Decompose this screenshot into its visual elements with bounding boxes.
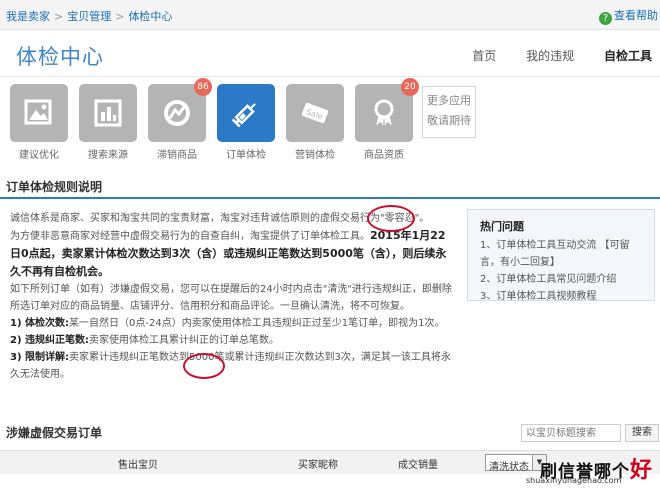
tool-qualification[interactable]: 20: [355, 78, 419, 142]
search-button[interactable]: 搜索: [625, 424, 659, 442]
nav-violations[interactable]: 我的违规: [526, 49, 574, 63]
breadcrumb-separator: >: [115, 10, 125, 23]
tool-label: 商品资质: [364, 150, 404, 161]
syringe-icon: [231, 103, 256, 128]
tool-unsold[interactable]: 86: [148, 78, 212, 142]
breadcrumb-item-seller[interactable]: 我是卖家: [6, 10, 50, 23]
no-sale-icon: [164, 100, 190, 126]
tool-label: 营销体检: [295, 150, 335, 161]
breadcrumb-item-health[interactable]: 体检中心: [128, 10, 172, 23]
wash-status-value: 清洗状态: [489, 462, 529, 473]
more-apps: 更多应用 敬请期待: [422, 86, 476, 138]
rules-section-title: 订单体检规则说明: [6, 180, 103, 194]
tool-label: 滞销商品: [157, 150, 197, 161]
page-title: 体检中心: [16, 45, 104, 69]
tool-label: 搜索来源: [88, 150, 128, 161]
nav-home[interactable]: 首页: [472, 49, 496, 63]
hot-topic-link[interactable]: 1、订单体检工具互动交流 【可留言，有小二回复】: [480, 237, 642, 271]
rules-p6: 3) 限制详解:卖家累计违规纠正笔数达到5000笔或累计违规纠正次数达到3次，满…: [10, 349, 456, 383]
tool-label: 建议优化: [19, 150, 59, 161]
top-bar: 我是卖家 > 宝贝管理 > 体检中心 ? 查看帮助: [0, 0, 660, 30]
rules-p4: 1) 体检次数:某一自然日（0点-24点）内卖家使用体检工具违规纠正过至少1笔订…: [10, 315, 456, 332]
column-header-buyer: 买家昵称: [298, 460, 338, 471]
help-label: 查看帮助: [614, 9, 658, 22]
search-input[interactable]: [521, 424, 621, 442]
rules-p4-label: 1) 体检次数:: [10, 318, 70, 329]
rules-p2: 为方便非恶意商家对经营中虚假交易行为的自查自纠，淘宝提供了订单体检工具。2015…: [10, 227, 456, 281]
wash-status-select[interactable]: 清洗状态 ▼: [485, 454, 547, 473]
watermark-url: shuaxinyunagehao.com: [526, 476, 622, 485]
column-header-sales: 成交销量: [398, 460, 438, 471]
tool-search-source[interactable]: [79, 84, 137, 142]
rules-p2a: 为方便非恶意商家对经营中虚假交易行为的自查自纠，淘宝提供了订单体检工具。: [10, 231, 370, 242]
rules-p4-text: 某一自然日（0点-24点）内卖家使用体检工具违规纠正过至少1笔订单，即视为1次。: [69, 318, 445, 329]
main-nav: 首页 我的违规 自检工具: [446, 47, 652, 64]
badge: 86: [194, 78, 212, 96]
breadcrumb: 我是卖家 > 宝贝管理 > 体检中心: [6, 8, 172, 24]
orders-section-title: 涉嫌虚假交易订单: [6, 426, 103, 440]
hot-topics-panel: 热门问题 1、订单体检工具互动交流 【可留言，有小二回复】 2、订单体检工具常见…: [467, 209, 655, 302]
rules-text: 诚信体系是商家、买家和淘宝共同的宝贵财富，淘宝对违背诚信原则的虚假交易行为"零容…: [10, 210, 456, 383]
column-header-product: 售出宝贝: [118, 460, 158, 471]
tool-marketing[interactable]: Sale: [286, 84, 344, 142]
section-divider: [0, 197, 660, 199]
image-icon: [24, 99, 52, 125]
badge: 20: [401, 78, 419, 96]
watermark-highlight: 好: [630, 458, 654, 483]
rules-p5: 2) 违规纠正笔数:卖家使用体检工具累计纠正的订单总笔数。: [10, 332, 456, 349]
rules-p6-text: 卖家累计违规纠正笔数达到5000笔或累计违规纠正次数达到3次，满足其一该工具将永…: [10, 352, 451, 380]
help-link[interactable]: ? 查看帮助: [599, 7, 658, 25]
red-circle-annotation: [367, 205, 415, 232]
rules-p3: 如下所列订单（如有）涉嫌虚假交易，您可以在提醒后的24小时内点击"清洗"进行违规…: [10, 284, 452, 312]
red-circle-annotation: [183, 353, 225, 379]
tool-label: 订单体检: [226, 150, 266, 161]
sale-tag-icon: Sale: [301, 102, 329, 124]
hot-topics-title: 热门问题: [480, 220, 524, 233]
rules-p6-label: 3) 限制详解:: [10, 352, 70, 363]
tool-order-check[interactable]: [217, 84, 275, 142]
hot-topic-link[interactable]: 3、订单体检工具视频教程: [480, 288, 642, 305]
tool-suggest[interactable]: [10, 84, 68, 142]
breadcrumb-item-products[interactable]: 宝贝管理: [67, 10, 111, 23]
rules-p5-text: 卖家使用体检工具累计纠正的订单总笔数。: [89, 335, 280, 346]
breadcrumb-separator: >: [54, 10, 64, 23]
hot-topic-link[interactable]: 2、订单体检工具常见问题介绍: [480, 271, 642, 288]
title-bar: 体检中心 首页 我的违规 自检工具: [0, 31, 660, 77]
tool-tiles: 建议优化 搜索来源 86 滞销商品 订单体检 Sale 营销体检 20 商品资质…: [8, 78, 658, 164]
chart-icon: [94, 99, 122, 127]
more-apps-line2: 敬请期待: [427, 114, 471, 127]
rules-p5-label: 2) 违规纠正笔数:: [10, 335, 90, 346]
more-apps-line1: 更多应用: [427, 94, 471, 107]
nav-self-check[interactable]: 自检工具: [604, 49, 652, 63]
help-icon: ?: [599, 12, 612, 25]
ribbon-icon: [374, 99, 394, 126]
